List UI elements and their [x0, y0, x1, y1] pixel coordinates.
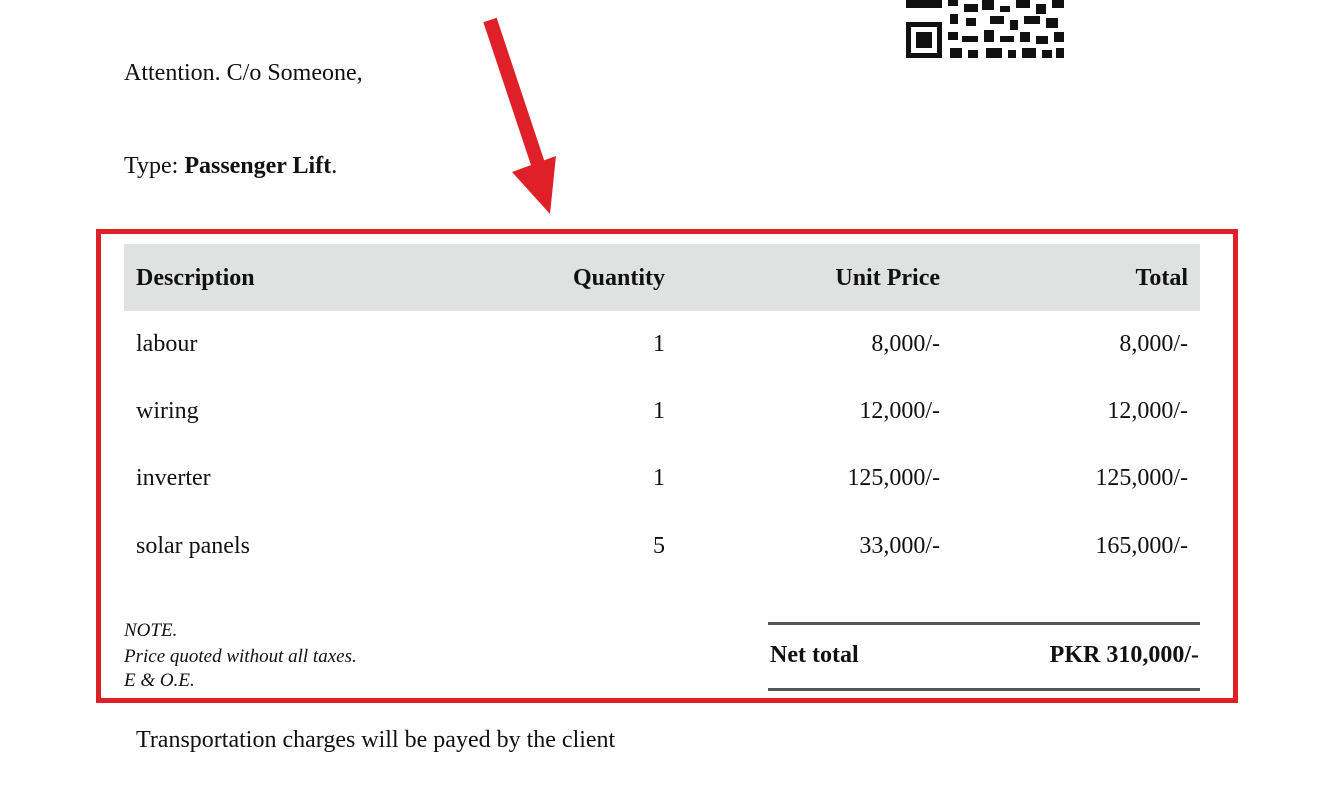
row-3-description: inverter [136, 465, 211, 491]
row-4-unit-price: 33,000/- [859, 533, 940, 559]
transportation-note: Transportation charges will be payed by … [136, 727, 616, 753]
type-prefix: Type: [124, 153, 185, 179]
row-2-description: wiring [136, 398, 199, 424]
row-1-quantity: 1 [653, 331, 665, 357]
type-suffix: . [331, 153, 338, 179]
row-1-total: 8,000/- [1119, 331, 1188, 357]
column-header-description: Description [136, 265, 255, 291]
column-header-unit-price: Unit Price [835, 265, 940, 291]
attention-line: Attention. C/o Someone, [124, 60, 363, 86]
row-2-unit-price: 12,000/- [859, 398, 940, 424]
lift-type-line: Type: Passenger Lift. [124, 153, 337, 180]
row-1-description: labour [136, 331, 198, 357]
row-3-quantity: 1 [653, 465, 665, 491]
row-2-quantity: 1 [653, 398, 665, 424]
row-2-total: 12,000/- [1107, 398, 1188, 424]
row-3-total: 125,000/- [1095, 465, 1188, 491]
net-total-label: Net total [770, 642, 859, 668]
type-value: Passenger Lift [184, 153, 332, 179]
net-total-value: PKR 310,000/- [1049, 642, 1199, 668]
red-arrow-icon [483, 17, 556, 214]
column-header-quantity: Quantity [572, 265, 665, 291]
note-title: NOTE. [124, 620, 178, 641]
row-4-quantity: 5 [653, 533, 665, 559]
note-eoe: E & O.E. [124, 670, 195, 691]
column-header-total: Total [1135, 265, 1188, 291]
row-1-unit-price: 8,000/- [871, 331, 940, 357]
net-total-top-rule [768, 622, 1200, 625]
row-3-unit-price: 125,000/- [847, 465, 940, 491]
net-total-bottom-rule [768, 688, 1200, 691]
note-taxes: Price quoted without all taxes. [124, 646, 357, 667]
qr-code-icon [906, 0, 1064, 58]
row-4-total: 165,000/- [1095, 533, 1188, 559]
row-4-description: solar panels [136, 533, 250, 559]
